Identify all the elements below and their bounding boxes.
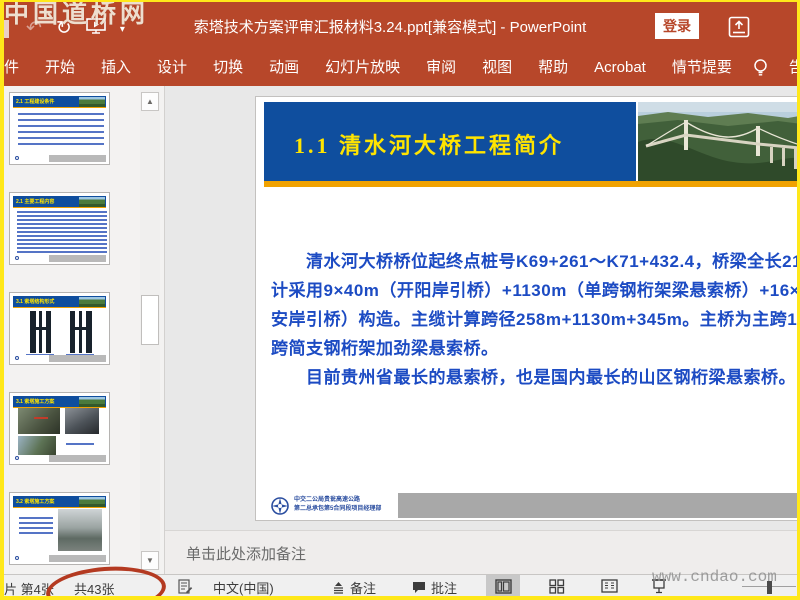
- reading-view-button[interactable]: [592, 575, 626, 597]
- powerpoint-window: ↶ ↻ ▾ 索塔技术方案评审汇报材料3.24.ppt[兼容模式] - Power…: [0, 0, 800, 600]
- slide-sorter-view-button[interactable]: [540, 575, 574, 597]
- notes-placeholder: 单击此处添加备注: [186, 546, 307, 563]
- tab-home[interactable]: 开始: [32, 50, 88, 86]
- thumb-photo: [79, 497, 105, 507]
- slide-accent-bar: [264, 181, 800, 187]
- scroll-up-button[interactable]: ▲: [141, 92, 159, 111]
- thumb-text-lines: [17, 211, 107, 255]
- comments-toggle[interactable]: 批注: [412, 578, 457, 597]
- thumb-header: 2.1 工程建设条件: [13, 96, 106, 108]
- tab-design[interactable]: 设计: [144, 50, 200, 86]
- notes-icon: [334, 582, 343, 594]
- accessibility-icon[interactable]: [178, 579, 193, 597]
- lightbulb-icon[interactable]: [745, 50, 776, 86]
- thumbnail-scrollbar-thumb[interactable]: [141, 295, 159, 345]
- thumb-header: 3.1 索塔施工方案: [13, 396, 106, 408]
- tab-view[interactable]: 视图: [469, 50, 525, 86]
- border-strip: [0, 596, 800, 600]
- slide-footer-logo-box: 中交二公局贵瓮高速公路 第二总承包第5合同段项目经理部: [264, 493, 398, 518]
- tab-file[interactable]: 件: [0, 50, 32, 86]
- ribbon-display-options-icon[interactable]: [728, 16, 750, 38]
- border-strip: [0, 0, 800, 2]
- tab-help[interactable]: 帮助: [525, 50, 581, 86]
- document-title: 索塔技术方案评审汇报材料3.24.ppt[兼容模式] - PowerPoint: [193, 19, 587, 36]
- slide-editing-area: 1.1 清水河大桥工程简介 清水河大桥桥位起终点桩号K69+261～K71+43…: [165, 86, 800, 530]
- border-strip: [0, 0, 4, 600]
- tower-diagram: [30, 311, 36, 353]
- tab-acrobat[interactable]: Acrobat: [581, 50, 659, 86]
- slide-footer-band: [398, 493, 800, 518]
- comment-icon: [413, 582, 425, 593]
- slide-thumbnail-2[interactable]: 2.1 主要工程内容: [9, 192, 110, 265]
- slide-thumbnail-5[interactable]: 3.2 索塔施工方案: [9, 492, 110, 565]
- slide-thumbnail-1[interactable]: 2.1 工程建设条件: [9, 92, 110, 165]
- thumb-photo: [18, 436, 56, 456]
- language-indicator[interactable]: 中文(中国): [213, 578, 274, 597]
- cndao-watermark-bottom: www.cndao.com: [652, 568, 777, 586]
- current-slide-canvas[interactable]: 1.1 清水河大桥工程简介 清水河大桥桥位起终点桩号K69+261～K71+43…: [255, 96, 800, 521]
- thumb-header: 2.1 主要工程内容: [13, 196, 106, 208]
- ribbon-tab-row: 件 开始 插入 设计 切换 动画 幻灯片放映 审阅 视图 帮助 Acrobat …: [0, 50, 800, 86]
- thumb-text-lines: [18, 113, 104, 149]
- thumb-photo: [79, 197, 105, 207]
- tab-insert[interactable]: 插入: [88, 50, 144, 86]
- footer-org-line1: 中交二公局贵瓮高速公路: [294, 497, 361, 503]
- scroll-down-button[interactable]: ▼: [141, 551, 159, 570]
- bridge-photo: [638, 102, 800, 181]
- slide-thumbnail-3[interactable]: 3.1 索塔结构形式: [9, 292, 110, 365]
- thumb-photo: [79, 97, 105, 107]
- tab-storyboarding[interactable]: 情节提要: [659, 50, 745, 86]
- slide-body-line: 计采用9×40m（开阳岸引桥）+1130m（单跨钢桁架梁悬索桥）+16×42m（…: [271, 281, 800, 300]
- slide-body-line: 目前贵州省最长的悬索桥，也是国内最长的山区钢桁梁悬索桥。: [271, 368, 796, 387]
- footer-org-line2: 第二总承包第5合同段项目经理部: [294, 506, 382, 512]
- thumb-photo: [65, 408, 99, 434]
- cndao-watermark-top: 中国道桥网: [4, 0, 150, 28]
- login-button[interactable]: 登录: [655, 13, 699, 39]
- slide-title: 1.1 清水河大桥工程简介: [294, 133, 565, 158]
- slide-body-line: 清水河大桥桥位起终点桩号K69+261～K71+432.4，桥梁全长2171.4…: [305, 252, 800, 271]
- tab-transitions[interactable]: 切换: [200, 50, 256, 86]
- company-logo-icon: [270, 496, 290, 520]
- thumb-photo: [18, 408, 60, 434]
- tab-review[interactable]: 审阅: [413, 50, 469, 86]
- tower-diagram: [70, 311, 75, 353]
- thumb-photo: [79, 297, 105, 307]
- slide-body-line: 跨简支钢桁架加劲梁悬索桥。: [271, 339, 499, 358]
- notes-toggle[interactable]: 备注: [332, 578, 376, 597]
- slide-thumbnail-4[interactable]: 3.1 索塔施工方案: [9, 392, 110, 465]
- thumb-photo: [79, 397, 105, 407]
- slide-body-line: 安岸引桥）构造。主缆计算跨径258m+1130m+345m。主桥为主跨1130m…: [271, 310, 800, 329]
- slide-title-bar: 1.1 清水河大桥工程简介: [264, 102, 636, 181]
- thumb-photo: [58, 509, 102, 551]
- tab-animations[interactable]: 动画: [256, 50, 312, 86]
- thumb-header: 3.1 索塔结构形式: [13, 296, 106, 308]
- tab-slideshow[interactable]: 幻灯片放映: [312, 50, 413, 86]
- normal-view-button[interactable]: [486, 575, 520, 597]
- thumb-header: 3.2 索塔施工方案: [13, 496, 106, 508]
